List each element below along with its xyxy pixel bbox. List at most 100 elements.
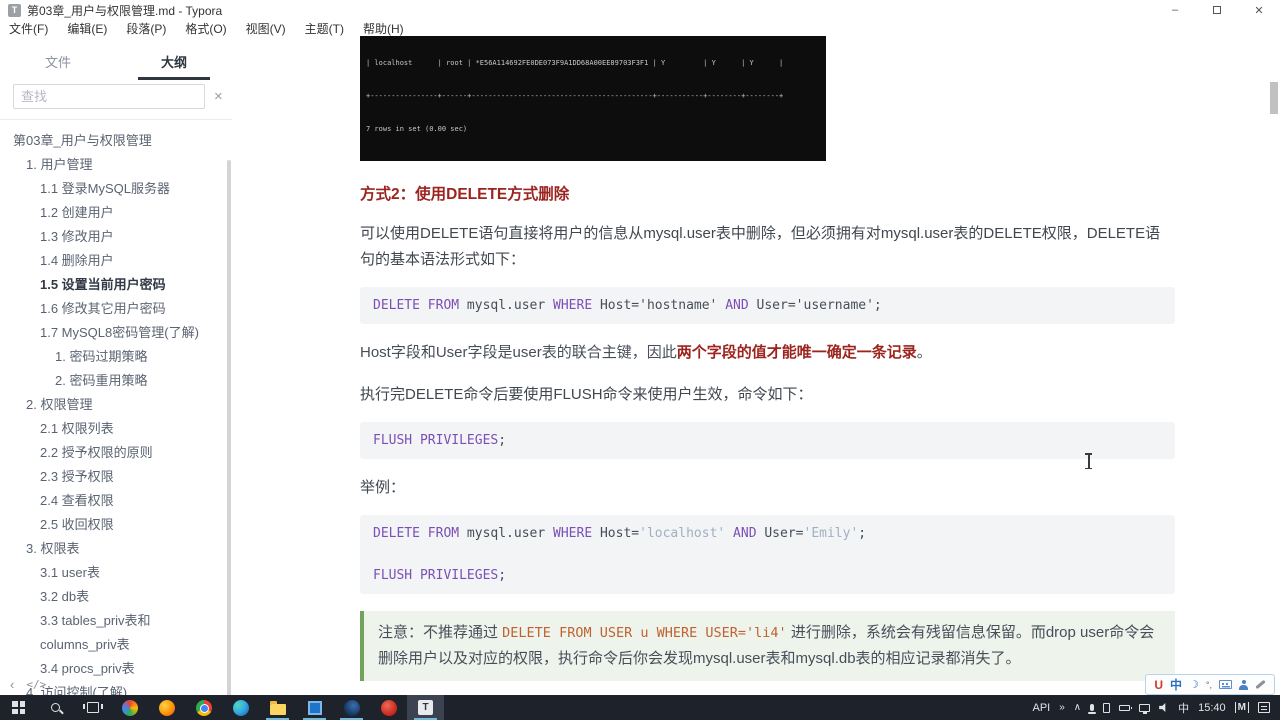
text-cursor [1084, 453, 1093, 469]
typora-app-icon: T [8, 3, 21, 17]
outline-item-current[interactable]: 1.5 设置当前用户密码 [0, 273, 232, 297]
sidebar-tabs: 文件 大纲 [0, 44, 232, 80]
firefox-icon [158, 699, 175, 716]
speaker-icon[interactable] [1159, 703, 1166, 712]
outline-item[interactable]: 2.2 授予权限的原则 [0, 441, 232, 465]
outline-item[interactable]: 2.3 授予权限 [0, 465, 232, 489]
close-button[interactable]: ✕ [1238, 0, 1280, 20]
network-display-icon[interactable] [1139, 703, 1151, 714]
outline-item[interactable]: 1. 密码过期策略 [0, 345, 232, 369]
maximize-button[interactable] [1196, 0, 1238, 20]
code-line: FLUSH PRIVILEGES; [373, 433, 507, 448]
code-block-flush[interactable]: FLUSH PRIVILEGES; [360, 422, 1175, 459]
typora-icon: T [418, 700, 433, 715]
terminal-row: | localhost | root | *E56A114692FE0DE073… [366, 59, 784, 67]
paragraph-delete-intro: 可以使用DELETE语句直接将用户的信息从mysql.user表中删除，但必须拥… [360, 225, 1161, 268]
paragraph-host-user-key: Host字段和User字段是user表的联合主键，因此两个字段的值才能唯一确定一… [360, 344, 932, 361]
clock[interactable]: 15:40 [1198, 702, 1226, 714]
ime-punctuation-icon[interactable]: °, [1206, 680, 1212, 690]
ime-keyboard-icon[interactable] [1219, 680, 1232, 689]
taskbar-app-edge[interactable] [222, 695, 259, 720]
menu-paragraph[interactable]: 段落(P) [126, 20, 166, 37]
tray-overflow-icon[interactable]: » [1059, 702, 1065, 713]
outline-item[interactable]: 1.1 登录MySQL服务器 [0, 177, 232, 201]
taskbar-app-chrome[interactable] [185, 695, 222, 720]
maximize-icon [1213, 6, 1221, 14]
menu-format[interactable]: 格式(O) [185, 20, 226, 37]
outline-item[interactable]: 3. 权限表 [0, 537, 232, 561]
ime-u-mode-icon[interactable]: U [1154, 678, 1163, 692]
outline-item[interactable]: 1.2 创建用户 [0, 201, 232, 225]
battery-icon[interactable] [1119, 704, 1133, 711]
search-input[interactable] [13, 84, 205, 109]
outline-item[interactable]: 2. 密码重用策略 [0, 369, 232, 393]
tab-files[interactable]: 文件 [0, 44, 116, 80]
menu-help[interactable]: 帮助(H) [363, 20, 404, 37]
outline-item[interactable]: 1. 用户管理 [0, 153, 232, 177]
ime-account-icon[interactable] [1239, 679, 1248, 690]
ime-fullwidth-icon[interactable]: ☽ [1189, 678, 1199, 691]
taskbar-app-pinwheel[interactable] [111, 695, 148, 720]
minimize-button[interactable]: – [1154, 0, 1196, 20]
sidebar-collapse-icon[interactable]: ‹ [10, 677, 14, 692]
terminal-screenshot: | localhost | root | *E56A114692FE0DE073… [360, 36, 826, 161]
taskbar-app-explorer[interactable] [259, 695, 296, 720]
input-m-badge-icon[interactable]: M [1234, 702, 1249, 713]
outline-item[interactable]: 3.1 user表 [0, 561, 232, 585]
window-controls: – ✕ [1154, 0, 1280, 20]
tab-outline[interactable]: 大纲 [116, 44, 232, 80]
outline-item[interactable]: 1.7 MySQL8密码管理(了解) [0, 321, 232, 345]
outline-item[interactable]: 1.4 删除用户 [0, 249, 232, 273]
pinwheel-browser-icon [121, 699, 138, 716]
taskbar-app-firefox[interactable] [148, 695, 185, 720]
menu-edit[interactable]: 编辑(E) [67, 20, 107, 37]
swoosh-app-icon [343, 699, 360, 716]
outline-item[interactable]: 第03章_用户与权限管理 [0, 129, 232, 153]
outline-item[interactable]: 1.3 修改用户 [0, 225, 232, 249]
source-code-mode-icon[interactable]: </> [26, 678, 46, 691]
taskbar-search-button[interactable] [37, 695, 74, 720]
menu-bar: 文件(F) 编辑(E) 段落(P) 格式(O) 视图(V) 主题(T) 帮助(H… [0, 20, 1280, 36]
ime-chinese-mode-icon[interactable]: 中 [1170, 676, 1182, 693]
menu-file[interactable]: 文件(F) [9, 20, 48, 37]
editor-footer: ‹ </> [10, 677, 46, 692]
outline-item[interactable]: 2.4 查看权限 [0, 489, 232, 513]
code-block-example[interactable]: DELETE FROM mysql.user WHERE Host='local… [360, 515, 1175, 594]
content-scrollbar-thumb[interactable] [1270, 82, 1278, 114]
ime-settings-icon[interactable] [1255, 679, 1266, 690]
menu-view[interactable]: 视图(V) [246, 20, 286, 37]
outline-item[interactable]: 3.2 db表 [0, 585, 232, 609]
taskbar-app-typora-active[interactable]: T [407, 695, 444, 720]
outline-item[interactable]: 1.6 修改其它用户密码 [0, 297, 232, 321]
show-hidden-icons[interactable]: ∧ [1074, 702, 1081, 713]
ime-mode-indicator[interactable]: 中 [1178, 700, 1189, 716]
usb-device-icon[interactable] [1103, 702, 1111, 713]
taskbar-app-swoosh[interactable] [333, 695, 370, 720]
paragraph-flush: 执行完DELETE命令后要使用FLUSH命令来使用户生效，命令如下： [360, 386, 813, 403]
microphone-icon[interactable] [1088, 704, 1097, 714]
outline-item[interactable]: 2.1 权限列表 [0, 417, 232, 441]
code-block-delete-syntax[interactable]: DELETE FROM mysql.user WHERE Host='hostn… [360, 287, 1175, 324]
sidebar-scrollbar-thumb[interactable] [227, 160, 231, 696]
windows-logo-icon [12, 701, 25, 714]
code-line: FLUSH PRIVILEGES; [373, 568, 507, 583]
code-line: DELETE FROM mysql.user WHERE Host='local… [373, 526, 867, 541]
clear-search-icon[interactable]: × [214, 89, 223, 104]
notification-center-icon[interactable] [1258, 702, 1270, 713]
start-button[interactable] [0, 695, 37, 720]
taskbar-app-red[interactable] [370, 695, 407, 720]
outline-item[interactable]: 2. 权限管理 [0, 393, 232, 417]
remote-app-icon [307, 700, 322, 715]
search-icon [51, 703, 60, 712]
document-pane[interactable]: | localhost | root | *E56A114692FE0DE073… [232, 36, 1280, 695]
taskbar-app-remote[interactable] [296, 695, 333, 720]
note-block: 注意：不推荐通过 DELETE FROM USER u WHERE USER='… [360, 611, 1175, 681]
outline-item[interactable]: 2.5 收回权限 [0, 513, 232, 537]
outline-item[interactable]: 3.3 tables_priv表和columns_priv表 [0, 609, 232, 657]
sidebar: 文件 大纲 × 第03章_用户与权限管理 1. 用户管理 1.1 登录MySQL… [0, 36, 232, 700]
tray-api-label[interactable]: API [1033, 702, 1051, 714]
paragraph-example: 举例： [360, 479, 406, 496]
task-view-button[interactable] [74, 695, 111, 720]
menu-theme[interactable]: 主题(T) [305, 20, 344, 37]
